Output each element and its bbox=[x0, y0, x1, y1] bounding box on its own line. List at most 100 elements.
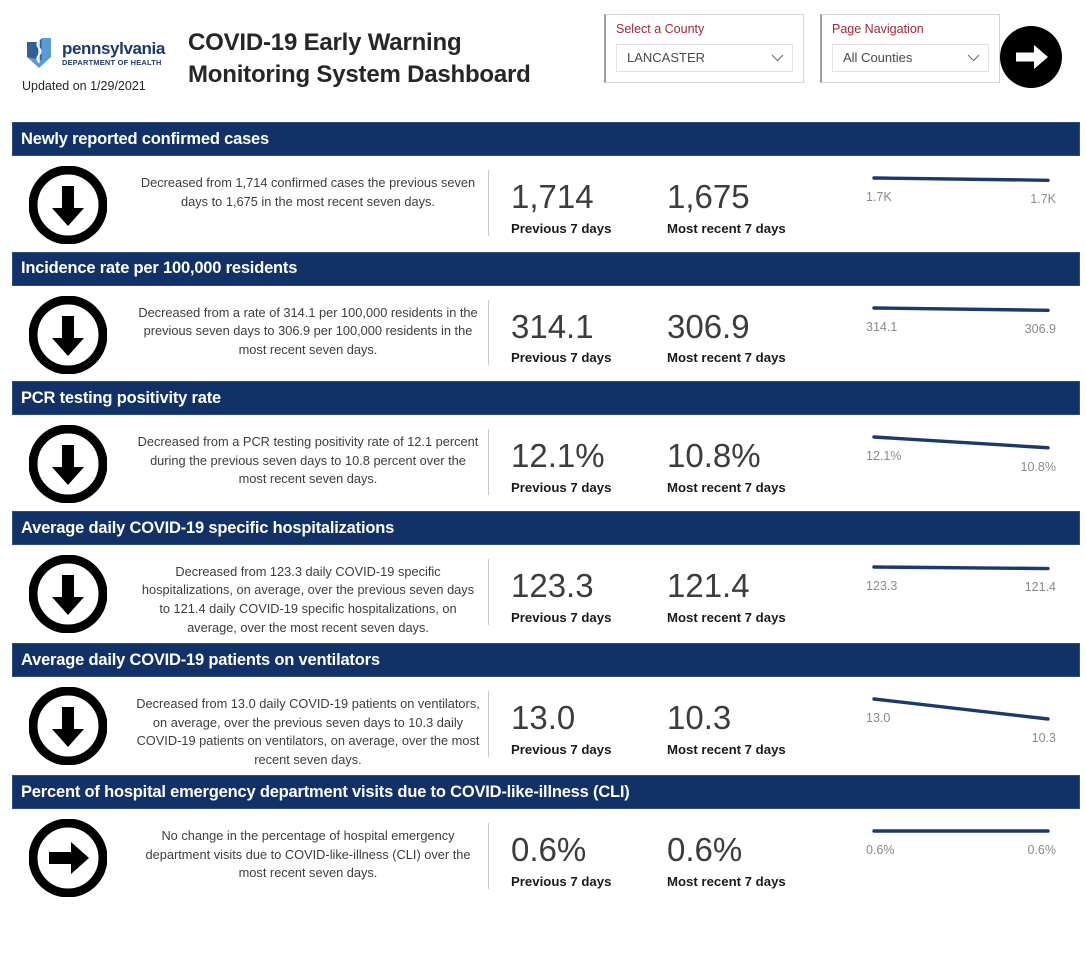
metric-previous-value: 1,714 bbox=[511, 178, 594, 215]
sparkline-chart: 0.6% 0.6% bbox=[866, 825, 1056, 881]
next-page-button[interactable] bbox=[1000, 26, 1062, 88]
metric-recent-value: 10.8% bbox=[667, 437, 761, 475]
metric-recent-value-label: Most recent 7 days bbox=[667, 873, 786, 889]
metric-values: 0.6% Previous 7 days 0.6% Most recent 7 day… bbox=[488, 823, 860, 889]
metric-description: Decreased from a rate of 314.1 per 100,0… bbox=[138, 304, 478, 357]
metric-description-cell: Decreased from a rate of 314.1 per 100,0… bbox=[136, 286, 488, 360]
metric-previous-value: 123.3 bbox=[511, 566, 594, 604]
sparkline-end-label: 10.8% bbox=[1020, 460, 1056, 475]
arrow-right-circle-icon bbox=[0, 809, 136, 898]
arrow-down-circle-icon bbox=[0, 677, 136, 766]
sparkline-end-label: 306.9 bbox=[1024, 321, 1056, 336]
metric-recent-value: 306.9 bbox=[667, 307, 750, 345]
sparkline-start-label: 314.1 bbox=[866, 319, 898, 334]
sparkline-end-label: 1.7K bbox=[1030, 192, 1056, 207]
county-select-value: LANCASTER bbox=[627, 50, 706, 65]
metric-values: 1,714 Previous 7 days 1,675 Most recent 7 d… bbox=[488, 170, 860, 236]
metric-body: Decreased from a PCR testing positivity … bbox=[0, 415, 1086, 505]
chevron-down-icon bbox=[967, 54, 980, 62]
metric-title-band: Percent of hospital emergency department… bbox=[12, 775, 1080, 810]
arrow-right-circle-icon bbox=[1000, 26, 1062, 92]
metric-previous-value-label: Previous 7 days bbox=[511, 609, 612, 625]
brand-name: pennsylvania bbox=[62, 38, 165, 58]
metric-sparkline-cell: 1.7K 1.7K bbox=[860, 156, 1086, 228]
metric-body: Decreased from 13.0 daily COVID-19 patie… bbox=[0, 677, 1086, 769]
page-title: COVID-19 Early Warning Monitoring System… bbox=[188, 29, 531, 88]
metric-values: 13.0 Previous 7 days 10.3 Most recent 7 day… bbox=[488, 691, 860, 757]
brand-department: DEPARTMENT OF HEALTH bbox=[62, 57, 162, 67]
metric-body: Decreased from 1,714 confirmed cases the… bbox=[0, 156, 1086, 246]
metric-title-band: Newly reported confirmed cases bbox=[12, 122, 1080, 156]
agency-branding: pennsylvania DEPARTMENT OF HEALTH Update… bbox=[22, 36, 187, 93]
header-controls: Select a County LANCASTER Page Navigatio… bbox=[604, 14, 1000, 83]
metric-description: Decreased from 1,714 confirmed cases the… bbox=[140, 175, 476, 209]
sparkline-end-label: 0.6% bbox=[1027, 843, 1057, 858]
sparkline-end-label: 10.3 bbox=[1031, 731, 1056, 746]
sparkline-start-label: 12.1% bbox=[866, 449, 902, 464]
metric-description-cell: Decreased from a PCR testing positivity … bbox=[136, 415, 488, 489]
metric-card: Average daily COVID-19 patients on venti… bbox=[0, 643, 1086, 769]
arrow-down-circle-icon bbox=[0, 415, 136, 504]
metric-previous-value: 12.1% bbox=[511, 437, 605, 475]
metric-sparkline-cell: 0.6% 0.6% bbox=[860, 809, 1086, 881]
dashboard-header: pennsylvania DEPARTMENT OF HEALTH Update… bbox=[0, 0, 1086, 122]
metric-title: Percent of hospital emergency department… bbox=[21, 783, 630, 802]
metric-description: Decreased from 123.3 daily COVID-19 spec… bbox=[141, 563, 475, 635]
metric-previous-value-block: 123.3 Previous 7 days bbox=[489, 566, 645, 625]
sparkline-chart: 13.0 10.3 bbox=[866, 693, 1056, 749]
metric-previous-value: 314.1 bbox=[511, 307, 594, 345]
metric-sparkline-cell: 12.1% 10.8% bbox=[860, 415, 1086, 487]
sparkline-start-label: 123.3 bbox=[866, 578, 898, 593]
county-select[interactable]: LANCASTER bbox=[616, 43, 793, 72]
sparkline-chart: 123.3 121.4 bbox=[866, 561, 1056, 617]
metric-recent-value-block: 10.8% Most recent 7 days bbox=[645, 439, 845, 495]
metric-previous-value-label: Previous 7 days bbox=[511, 479, 612, 495]
metric-values: 314.1 Previous 7 days 306.9 Most recent 7 d… bbox=[488, 299, 860, 366]
metric-recent-value-block: 0.6% Most recent 7 days bbox=[645, 833, 845, 889]
metric-previous-value: 0.6% bbox=[511, 831, 587, 869]
metric-previous-value-label: Previous 7 days bbox=[511, 741, 612, 757]
metric-previous-value: 13.0 bbox=[511, 699, 576, 737]
sparkline-chart: 314.1 306.9 bbox=[866, 302, 1056, 358]
metric-description-cell: Decreased from 1,714 confirmed cases the… bbox=[136, 156, 488, 211]
chevron-down-icon bbox=[771, 54, 784, 62]
sparkline-start-label: 1.7K bbox=[866, 190, 892, 204]
metric-values: 12.1% Previous 7 days 10.8% Most recent 7 d… bbox=[488, 429, 860, 495]
pa-keystone-caduceus-icon bbox=[22, 36, 56, 70]
metric-title-band: Average daily COVID-19 specific hospital… bbox=[12, 510, 1080, 545]
metric-previous-value-block: 12.1% Previous 7 days bbox=[489, 439, 645, 495]
metric-title: Incidence rate per 100,000 residents bbox=[21, 259, 298, 278]
metric-title-band: PCR testing positivity rate bbox=[12, 381, 1080, 416]
metric-recent-value-block: 121.4 Most recent 7 days bbox=[645, 566, 845, 625]
metric-description: No change in the percentage of hospital … bbox=[145, 828, 471, 881]
metric-title-band: Incidence rate per 100,000 residents bbox=[12, 251, 1080, 286]
county-filter: Select a County LANCASTER bbox=[604, 14, 804, 83]
metric-recent-value-label: Most recent 7 days bbox=[667, 220, 786, 236]
sparkline-chart: 12.1% 10.8% bbox=[866, 431, 1056, 487]
metric-recent-value-label: Most recent 7 days bbox=[667, 741, 786, 757]
updated-date: Updated on 1/29/2021 bbox=[22, 79, 146, 93]
metric-body: No change in the percentage of hospital … bbox=[0, 809, 1086, 899]
metric-previous-value-block: 13.0 Previous 7 days bbox=[489, 699, 645, 757]
page-navigation-label: Page Navigation bbox=[832, 22, 924, 36]
metric-recent-value-label: Most recent 7 days bbox=[667, 609, 786, 625]
metric-title: Average daily COVID-19 specific hospital… bbox=[21, 518, 395, 537]
metric-sparkline-cell: 123.3 121.4 bbox=[860, 545, 1086, 617]
page-navigation-select[interactable]: All Counties bbox=[832, 43, 989, 72]
metric-body: Decreased from a rate of 314.1 per 100,0… bbox=[0, 286, 1086, 376]
arrow-down-circle-icon bbox=[0, 286, 136, 374]
metric-description-cell: No change in the percentage of hospital … bbox=[136, 809, 488, 883]
metric-title: PCR testing positivity rate bbox=[21, 389, 221, 408]
metric-recent-value: 10.3 bbox=[667, 699, 732, 737]
arrow-down-circle-icon bbox=[0, 156, 136, 244]
metric-values: 123.3 Previous 7 days 121.4 Most recent 7 d… bbox=[488, 558, 860, 625]
metrics-list: Newly reported confirmed cases Decreased … bbox=[0, 122, 1086, 899]
metric-description-cell: Decreased from 13.0 daily COVID-19 patie… bbox=[136, 677, 488, 769]
metric-card: Incidence rate per 100,000 residents Decr… bbox=[0, 251, 1086, 376]
county-filter-label: Select a County bbox=[616, 22, 705, 36]
metric-recent-value: 121.4 bbox=[667, 566, 750, 604]
metric-recent-value-label: Most recent 7 days bbox=[667, 350, 786, 366]
metric-recent-value: 0.6% bbox=[667, 831, 743, 869]
metric-previous-value-label: Previous 7 days bbox=[511, 220, 612, 236]
sparkline-chart: 1.7K 1.7K bbox=[866, 172, 1056, 228]
